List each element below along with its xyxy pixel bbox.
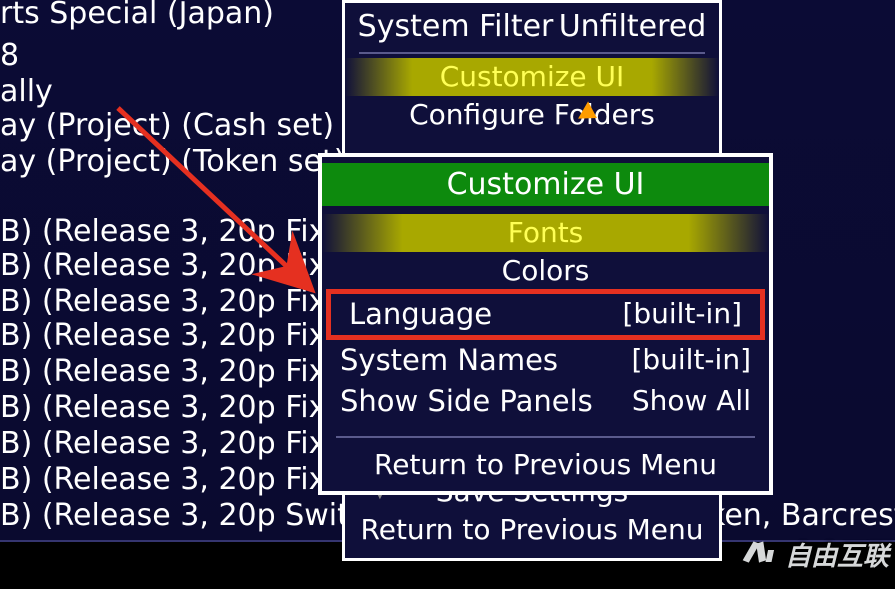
side-panels-value: Show All: [632, 384, 751, 419]
spacer: [345, 133, 719, 147]
watermark-logo-icon: [743, 538, 784, 572]
menu-item-configure-folders[interactable]: Configure Folders: [345, 96, 719, 134]
header-system-filter[interactable]: System Filter: [358, 9, 554, 44]
language-label: Language: [349, 297, 492, 332]
menu-item-customize-ui[interactable]: Customize UI: [345, 58, 719, 96]
annotation-highlight-box: Language [built-in]: [326, 289, 765, 340]
menu-item-side-panels[interactable]: Show Side Panels Show All: [322, 381, 769, 422]
customize-ui-menu: Customize UI Fonts Colors Language [buil…: [318, 153, 773, 495]
watermark: 自由互联: [747, 536, 889, 573]
menu-item-return[interactable]: Return to Previous Menu: [322, 442, 769, 492]
menu-item-system-names[interactable]: System Names [built-in]: [322, 340, 769, 381]
menu-header: System Filter Unfiltered: [345, 3, 719, 48]
separator: [336, 436, 755, 438]
system-names-label: System Names: [340, 343, 558, 378]
menu-item-language[interactable]: Language [built-in]: [331, 294, 760, 335]
watermark-text: 自由互联: [785, 536, 889, 573]
side-panels-label: Show Side Panels: [340, 384, 593, 419]
menu-item-fonts[interactable]: Fonts: [322, 214, 769, 252]
menu-item-colors[interactable]: Colors: [322, 252, 769, 290]
list-item: rts Special (Japan): [0, 0, 274, 35]
separator: [359, 52, 705, 54]
header-unfiltered[interactable]: Unfiltered: [559, 9, 707, 44]
system-names-value: [built-in]: [631, 343, 751, 378]
menu-title: Customize UI: [322, 163, 769, 206]
menu-item-return[interactable]: Return to Previous Menu: [345, 511, 719, 549]
language-value: [built-in]: [622, 297, 742, 332]
